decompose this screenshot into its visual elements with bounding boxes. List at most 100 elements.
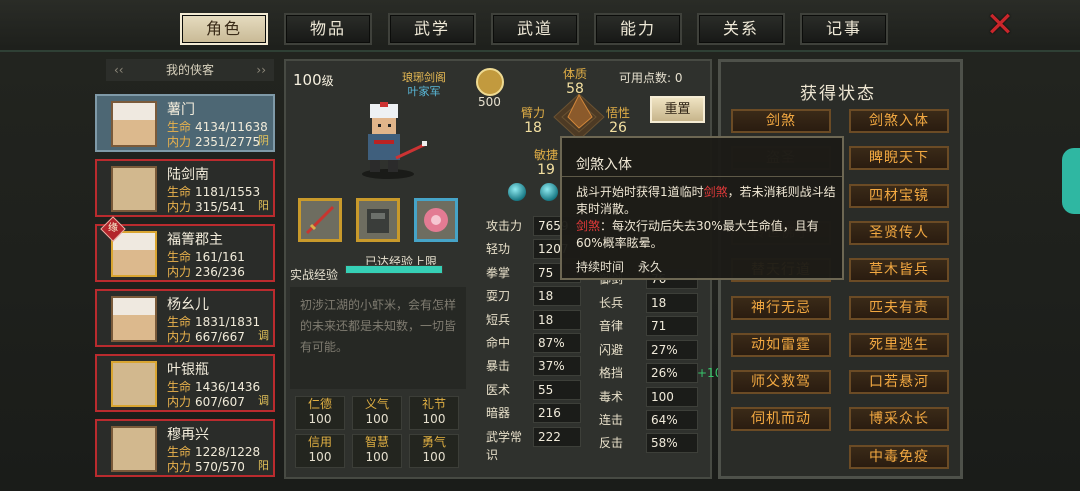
stat-row: 耍刀 18 <box>486 286 581 307</box>
accessory-slot[interactable] <box>414 198 458 242</box>
stat-value: 37% <box>538 359 565 374</box>
radar-top-key: 体质 <box>563 67 588 81</box>
mp-line: 内力 236/236 <box>167 263 245 280</box>
stat-name: 暗器 <box>486 406 511 421</box>
level-unit: 级 <box>321 74 334 88</box>
tab-5[interactable]: 关系 <box>697 13 785 45</box>
right-arrow-icon[interactable]: ›› <box>256 59 266 81</box>
tooltip-title: 剑煞入体 <box>576 157 632 173</box>
status-button[interactable]: 睥睨天下 <box>849 146 949 171</box>
status-button[interactable]: 四材宝镜 <box>849 183 949 208</box>
stat-name: 轻功 <box>486 242 511 257</box>
character-card[interactable]: 薯门 生命 4134/11638 内力 2351/2775 阴 <box>95 94 275 152</box>
stat-row: 暗器 216 <box>486 403 581 424</box>
close-icon[interactable]: ✕ <box>984 8 1016 42</box>
exp-bar <box>345 265 443 274</box>
stat-value: 18 <box>538 289 554 304</box>
stat-value: 222 <box>538 429 561 444</box>
hp-label: 生命 <box>167 250 192 264</box>
stat-row: 武学常识 222 <box>486 426 581 462</box>
hp-value: 1436/1436 <box>195 380 261 394</box>
status-button[interactable]: 死里逃生 <box>849 332 949 357</box>
left-arrow-icon[interactable]: ‹‹ <box>114 59 124 81</box>
tab-3[interactable]: 武道 <box>491 13 579 45</box>
stat-value: 55 <box>538 382 554 397</box>
stat-name: 连击 <box>599 413 624 427</box>
hp-value: 1228/1228 <box>195 445 261 459</box>
status-button[interactable]: 动如雷霆 <box>731 332 831 357</box>
virtue-name: 仁德 <box>307 397 332 411</box>
tab-6[interactable]: 记事 <box>800 13 888 45</box>
character-card[interactable]: 叶银瓶 生命 1436/1436 内力 607/607 调 <box>95 354 275 412</box>
stat-row: 闪避 27% <box>599 339 698 360</box>
mp-value: 667/667 <box>195 330 245 344</box>
virtue-cell: 信用 100 <box>295 434 345 468</box>
attribute-radar <box>553 93 605 141</box>
radar-bottom-key: 敏捷 <box>534 148 559 162</box>
stat-name: 格挡 <box>599 366 624 381</box>
status-button[interactable]: 草木皆兵 <box>849 258 949 283</box>
mp-line: 内力 607/607 <box>167 393 245 410</box>
tab-0[interactable]: 角色 <box>180 13 268 45</box>
status-button[interactable]: 剑煞 <box>731 109 831 133</box>
hero-sprite <box>362 102 427 179</box>
status-button[interactable]: 神行无忌 <box>731 295 831 320</box>
mp-line: 内力 570/570 <box>167 458 245 475</box>
tab-1[interactable]: 物品 <box>284 13 372 45</box>
stat-value: 75 <box>538 265 554 280</box>
tab-4[interactable]: 能力 <box>594 13 682 45</box>
portrait-avatar <box>111 426 157 472</box>
reset-button[interactable]: 重置 <box>650 96 705 123</box>
hp-value: 161/161 <box>195 250 245 264</box>
stat-row: 暴击 37% <box>486 356 581 377</box>
sword-icon <box>305 205 335 235</box>
flower-icon <box>424 208 448 232</box>
orb-icon[interactable] <box>508 183 526 201</box>
hp-label: 生命 <box>167 120 192 134</box>
stat-name: 攻击力 <box>486 219 523 233</box>
hp-label: 生命 <box>167 445 192 459</box>
level: 100级 <box>293 71 334 89</box>
stat-row: 连击 64% <box>599 410 698 430</box>
medal-icon[interactable] <box>476 68 504 96</box>
medal-value: 500 <box>478 95 501 109</box>
stat-value: 100 <box>651 389 674 404</box>
weapon-slot[interactable] <box>298 198 342 242</box>
armor-slot[interactable] <box>356 198 400 242</box>
mp-line: 内力 667/667 <box>167 328 245 345</box>
fate-badge-label: 缘 <box>108 223 118 234</box>
character-card[interactable]: 陆剑南 生命 1181/1553 内力 315/541 阳 <box>95 159 275 217</box>
virtue-value: 100 <box>422 450 446 464</box>
status-button[interactable]: 圣贤传人 <box>849 220 949 245</box>
side-handle[interactable] <box>1062 148 1080 214</box>
status-button[interactable]: 中毒免疫 <box>849 444 949 469</box>
stat-name: 音律 <box>599 319 624 334</box>
portrait-avatar <box>111 166 157 212</box>
virtue-value: 100 <box>365 450 389 464</box>
sect-name: 琅琊剑阁 <box>402 71 446 84</box>
status-button[interactable]: 博采众长 <box>849 407 949 432</box>
status-button[interactable]: 伺机而动 <box>731 407 831 432</box>
character-tag: 调 <box>258 394 269 407</box>
stat-row: 格挡 26% +10% <box>599 363 734 384</box>
status-button[interactable]: 口若悬河 <box>849 370 949 395</box>
list-header-label: 我的侠客 <box>165 63 214 77</box>
tab-2[interactable]: 武学 <box>388 13 476 45</box>
character-card[interactable]: 杨幺儿 生命 1831/1831 内力 667/667 调 <box>95 289 275 347</box>
hp-value: 4134/11638 <box>195 120 268 134</box>
tooltip-duration: 持续时间 永久 <box>576 258 662 275</box>
virtue-name: 义气 <box>364 397 389 411</box>
status-button[interactable]: 剑煞入体 <box>849 109 949 133</box>
character-tag: 阳 <box>258 199 269 212</box>
status-title: 获得状态 <box>800 84 876 104</box>
orb-icon[interactable] <box>540 183 558 201</box>
virtue-value: 100 <box>308 450 332 464</box>
character-card[interactable]: 穆再兴 生命 1228/1228 内力 570/570 阳 <box>95 419 275 477</box>
character-name: 薯门 <box>167 102 195 118</box>
status-button[interactable]: 师父救驾 <box>731 370 831 395</box>
status-button[interactable]: 匹夫有责 <box>849 295 949 320</box>
virtue-value: 100 <box>308 412 332 426</box>
radar-top: 体质 58 <box>563 67 587 97</box>
radar-right-value: 26 <box>609 120 627 136</box>
virtue-name: 礼节 <box>421 397 446 411</box>
